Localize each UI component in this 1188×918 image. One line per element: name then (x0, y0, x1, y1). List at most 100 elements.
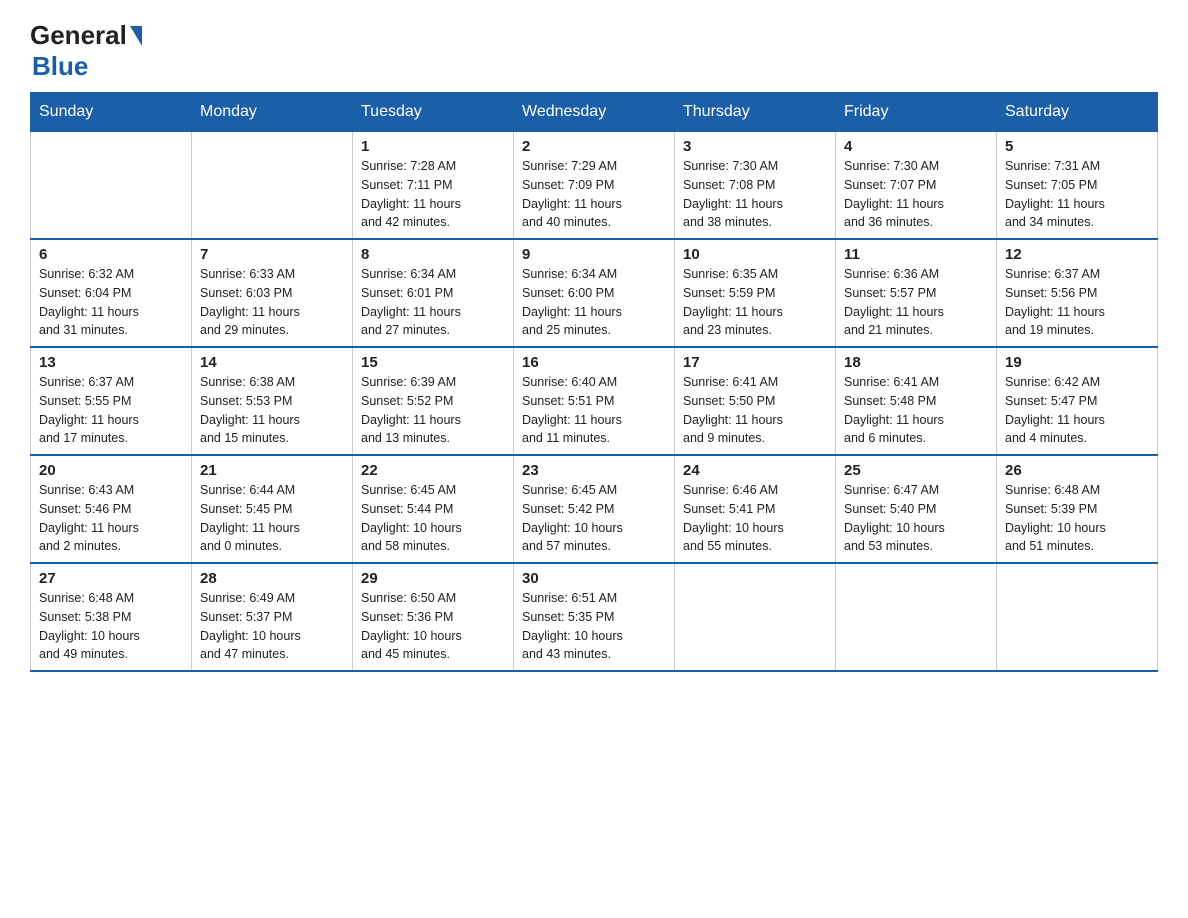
weekday-header-sunday: Sunday (31, 93, 192, 132)
day-info: Sunrise: 6:34 AM Sunset: 6:01 PM Dayligh… (361, 265, 505, 340)
calendar-cell: 1 Sunrise: 7:28 AM Sunset: 7:11 PM Daylig… (353, 132, 514, 240)
day-info: Sunrise: 6:42 AM Sunset: 5:47 PM Dayligh… (1005, 373, 1149, 448)
day-info: Sunrise: 6:48 AM Sunset: 5:38 PM Dayligh… (39, 589, 183, 664)
calendar-cell: 8 Sunrise: 6:34 AM Sunset: 6:01 PM Daylig… (353, 239, 514, 347)
calendar-cell: 14 Sunrise: 6:38 AM Sunset: 5:53 PM Dayli… (192, 347, 353, 455)
day-number: 17 (683, 354, 827, 371)
day-info: Sunrise: 6:33 AM Sunset: 6:03 PM Dayligh… (200, 265, 344, 340)
day-number: 12 (1005, 246, 1149, 263)
calendar-cell: 16Sunrise: 6:40 AM Sunset: 5:51 PM Dayli… (514, 347, 675, 455)
calendar-cell: 24 Sunrise: 6:46 AM Sunset: 5:41 PM Dayli… (675, 455, 836, 563)
day-number: 19 (1005, 354, 1149, 371)
day-number: 11 (844, 246, 988, 263)
day-info: Sunrise: 7:30 AM Sunset: 7:08 PM Dayligh… (683, 157, 827, 232)
calendar-cell: 19 Sunrise: 6:42 AM Sunset: 5:47 PM Dayli… (997, 347, 1158, 455)
day-info: Sunrise: 6:45 AM Sunset: 5:44 PM Dayligh… (361, 481, 505, 556)
day-info: Sunrise: 6:49 AM Sunset: 5:37 PM Dayligh… (200, 589, 344, 664)
calendar-cell: 12 Sunrise: 6:37 AM Sunset: 5:56 PM Dayli… (997, 239, 1158, 347)
day-number: 8 (361, 246, 505, 263)
calendar-cell (192, 132, 353, 240)
day-info: Sunrise: 7:30 AM Sunset: 7:07 PM Dayligh… (844, 157, 988, 232)
page-header: General Blue (30, 20, 1158, 82)
day-info: Sunrise: 6:41 AM Sunset: 5:48 PM Dayligh… (844, 373, 988, 448)
day-number: 23 (522, 462, 666, 479)
day-info: Sunrise: 6:34 AM Sunset: 6:00 PM Dayligh… (522, 265, 666, 340)
calendar-cell: 23Sunrise: 6:45 AM Sunset: 5:42 PM Dayli… (514, 455, 675, 563)
calendar-cell (31, 132, 192, 240)
logo-row: General (30, 20, 142, 51)
day-number: 13 (39, 354, 183, 371)
day-info: Sunrise: 6:48 AM Sunset: 5:39 PM Dayligh… (1005, 481, 1149, 556)
day-number: 20 (39, 462, 183, 479)
day-number: 5 (1005, 138, 1149, 155)
calendar-week-row: 13 Sunrise: 6:37 AM Sunset: 5:55 PM Dayli… (31, 347, 1158, 455)
calendar-week-row: 20 Sunrise: 6:43 AM Sunset: 5:46 PM Dayli… (31, 455, 1158, 563)
calendar-cell: 5 Sunrise: 7:31 AM Sunset: 7:05 PM Daylig… (997, 132, 1158, 240)
calendar-table: SundayMondayTuesdayWednesdayThursdayFrid… (30, 92, 1158, 672)
day-info: Sunrise: 6:51 AM Sunset: 5:35 PM Dayligh… (522, 589, 666, 664)
calendar-cell: 10 Sunrise: 6:35 AM Sunset: 5:59 PM Dayli… (675, 239, 836, 347)
calendar-cell (836, 563, 997, 671)
day-number: 4 (844, 138, 988, 155)
day-info: Sunrise: 6:41 AM Sunset: 5:50 PM Dayligh… (683, 373, 827, 448)
day-number: 30 (522, 570, 666, 587)
calendar-cell: 27 Sunrise: 6:48 AM Sunset: 5:38 PM Dayli… (31, 563, 192, 671)
day-number: 28 (200, 570, 344, 587)
calendar-cell: 25 Sunrise: 6:47 AM Sunset: 5:40 PM Dayli… (836, 455, 997, 563)
day-number: 14 (200, 354, 344, 371)
day-number: 16 (522, 354, 666, 371)
weekday-header-wednesday: Wednesday (514, 93, 675, 132)
day-info: Sunrise: 7:28 AM Sunset: 7:11 PM Dayligh… (361, 157, 505, 232)
calendar-cell (997, 563, 1158, 671)
calendar-cell: 20 Sunrise: 6:43 AM Sunset: 5:46 PM Dayli… (31, 455, 192, 563)
logo: General Blue (30, 20, 142, 82)
calendar-cell: 21Sunrise: 6:44 AM Sunset: 5:45 PM Dayli… (192, 455, 353, 563)
calendar-cell: 15Sunrise: 6:39 AM Sunset: 5:52 PM Dayli… (353, 347, 514, 455)
day-number: 7 (200, 246, 344, 263)
calendar-cell: 22 Sunrise: 6:45 AM Sunset: 5:44 PM Dayli… (353, 455, 514, 563)
calendar-cell: 7 Sunrise: 6:33 AM Sunset: 6:03 PM Daylig… (192, 239, 353, 347)
calendar-cell: 18Sunrise: 6:41 AM Sunset: 5:48 PM Dayli… (836, 347, 997, 455)
day-number: 3 (683, 138, 827, 155)
logo-blue-row: Blue (30, 51, 88, 82)
weekday-header-saturday: Saturday (997, 93, 1158, 132)
day-number: 24 (683, 462, 827, 479)
day-number: 9 (522, 246, 666, 263)
day-number: 25 (844, 462, 988, 479)
day-info: Sunrise: 6:43 AM Sunset: 5:46 PM Dayligh… (39, 481, 183, 556)
weekday-header-tuesday: Tuesday (353, 93, 514, 132)
calendar-cell: 26Sunrise: 6:48 AM Sunset: 5:39 PM Dayli… (997, 455, 1158, 563)
calendar-cell: 28 Sunrise: 6:49 AM Sunset: 5:37 PM Dayli… (192, 563, 353, 671)
calendar-cell: 29Sunrise: 6:50 AM Sunset: 5:36 PM Dayli… (353, 563, 514, 671)
logo-blue-text: Blue (32, 51, 88, 81)
calendar-cell (675, 563, 836, 671)
day-info: Sunrise: 6:46 AM Sunset: 5:41 PM Dayligh… (683, 481, 827, 556)
day-info: Sunrise: 6:44 AM Sunset: 5:45 PM Dayligh… (200, 481, 344, 556)
day-number: 22 (361, 462, 505, 479)
day-info: Sunrise: 6:37 AM Sunset: 5:55 PM Dayligh… (39, 373, 183, 448)
day-info: Sunrise: 6:36 AM Sunset: 5:57 PM Dayligh… (844, 265, 988, 340)
calendar-header-row: SundayMondayTuesdayWednesdayThursdayFrid… (31, 93, 1158, 132)
calendar-cell: 6 Sunrise: 6:32 AM Sunset: 6:04 PM Daylig… (31, 239, 192, 347)
day-info: Sunrise: 6:47 AM Sunset: 5:40 PM Dayligh… (844, 481, 988, 556)
day-info: Sunrise: 6:37 AM Sunset: 5:56 PM Dayligh… (1005, 265, 1149, 340)
day-number: 15 (361, 354, 505, 371)
day-number: 29 (361, 570, 505, 587)
weekday-header-friday: Friday (836, 93, 997, 132)
day-number: 10 (683, 246, 827, 263)
day-info: Sunrise: 6:35 AM Sunset: 5:59 PM Dayligh… (683, 265, 827, 340)
logo-general-part: General (30, 20, 127, 51)
day-number: 6 (39, 246, 183, 263)
calendar-cell: 4 Sunrise: 7:30 AM Sunset: 7:07 PM Daylig… (836, 132, 997, 240)
day-info: Sunrise: 6:32 AM Sunset: 6:04 PM Dayligh… (39, 265, 183, 340)
day-info: Sunrise: 7:31 AM Sunset: 7:05 PM Dayligh… (1005, 157, 1149, 232)
calendar-cell: 2Sunrise: 7:29 AM Sunset: 7:09 PM Daylig… (514, 132, 675, 240)
calendar-week-row: 1 Sunrise: 7:28 AM Sunset: 7:11 PM Daylig… (31, 132, 1158, 240)
calendar-cell: 13 Sunrise: 6:37 AM Sunset: 5:55 PM Dayli… (31, 347, 192, 455)
calendar-cell: 17 Sunrise: 6:41 AM Sunset: 5:50 PM Dayli… (675, 347, 836, 455)
day-number: 1 (361, 138, 505, 155)
calendar-cell: 3 Sunrise: 7:30 AM Sunset: 7:08 PM Daylig… (675, 132, 836, 240)
day-number: 27 (39, 570, 183, 587)
day-number: 2 (522, 138, 666, 155)
day-info: Sunrise: 6:38 AM Sunset: 5:53 PM Dayligh… (200, 373, 344, 448)
